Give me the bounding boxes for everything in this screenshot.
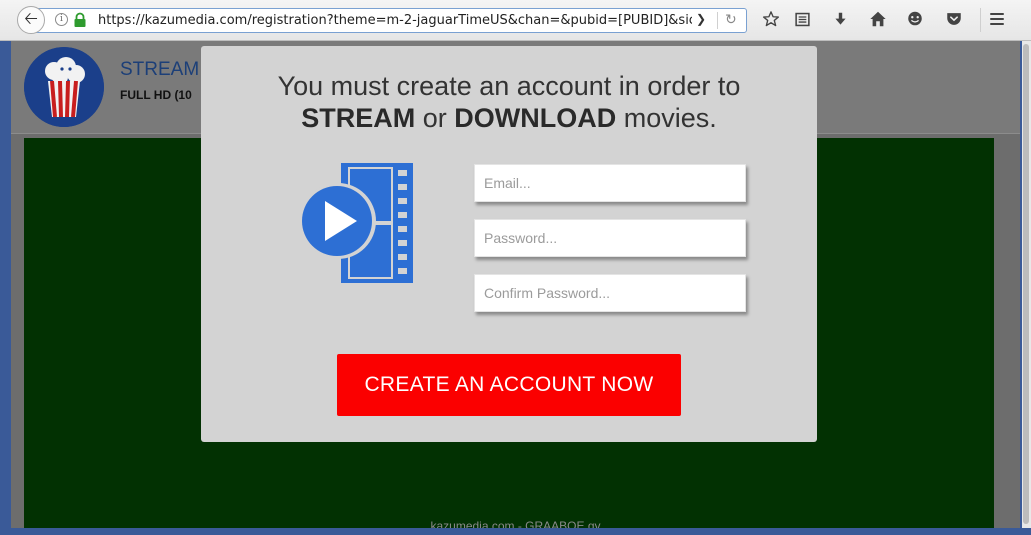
url-text[interactable]: https://kazumedia.com/registration?theme… [98, 13, 692, 28]
scrollbar-thumb[interactable] [1023, 44, 1029, 524]
page-scrollbar[interactable] [1022, 41, 1031, 528]
pocket-button[interactable] [944, 9, 964, 29]
url-divider [717, 12, 718, 29]
heading-stream: STREAM [301, 103, 416, 133]
download-button[interactable] [830, 9, 850, 29]
site-title: STREAM [120, 59, 200, 80]
site-watermark: kazumedia.com - GRAABOE.gy [430, 519, 601, 528]
lock-icon[interactable] [73, 12, 87, 28]
reload-icon[interactable]: ↻ [725, 11, 737, 28]
hamburger-menu-icon [990, 13, 1004, 25]
password-field[interactable] [474, 219, 746, 257]
url-bar[interactable]: i https://kazumedia.com/registration?the… [33, 8, 747, 33]
reading-list-icon [794, 12, 810, 26]
back-arrow-icon: 🡠 [24, 8, 38, 28]
chevron-down-icon[interactable]: ❯ [696, 12, 706, 26]
film-play-icon [301, 163, 413, 283]
home-button[interactable] [868, 9, 888, 29]
download-icon [834, 12, 846, 25]
confirm-password-field[interactable] [474, 274, 746, 312]
create-account-button[interactable]: CREATE AN ACCOUNT NOW [337, 354, 681, 416]
info-icon[interactable]: i [55, 13, 68, 26]
modal-heading: You must create an account in order to S… [201, 70, 817, 134]
chat-icon [908, 11, 922, 26]
pocket-icon [947, 13, 961, 25]
menu-button[interactable] [987, 9, 1007, 29]
toolbar-divider [980, 8, 981, 32]
star-icon [762, 11, 780, 27]
heading-line-1: You must create an account in order to [277, 71, 741, 101]
heading-download: DOWNLOAD [454, 103, 617, 133]
home-icon [870, 11, 886, 27]
heading-movies: movies. [623, 103, 717, 133]
back-button[interactable]: 🡠 [17, 6, 45, 34]
browser-toolbar: i https://kazumedia.com/registration?the… [0, 0, 1031, 41]
reading-list-button[interactable] [792, 9, 812, 29]
email-field[interactable] [474, 164, 746, 202]
site-subtitle: FULL HD (10 [120, 88, 192, 102]
registration-modal: You must create an account in order to S… [201, 46, 817, 442]
bookmark-star-button[interactable] [761, 9, 781, 29]
popcorn-logo-icon [24, 47, 104, 127]
heading-or: or [422, 103, 447, 133]
chat-button[interactable] [905, 9, 925, 29]
